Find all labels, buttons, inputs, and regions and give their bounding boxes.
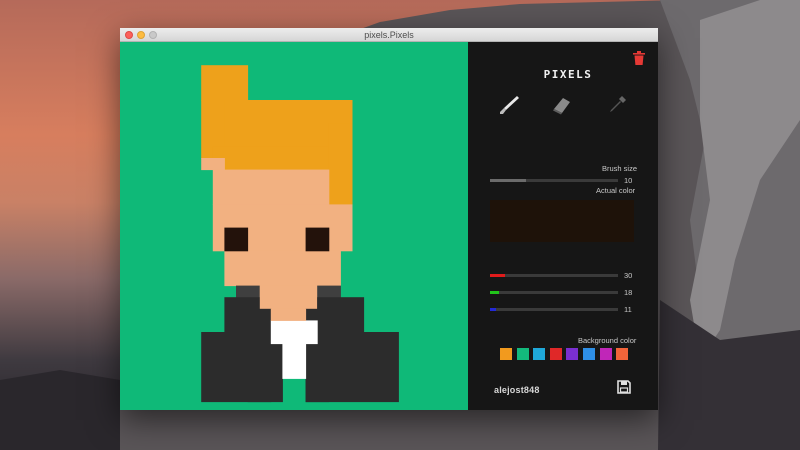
actual-color-preview [490,200,634,242]
pixel-art-avatar [201,65,399,403]
red-slider-fill [490,274,505,277]
tool-panel: PIXELS Brush size 10 Actual color 30 18 … [468,42,658,410]
app-logo-text: PIXELS [544,68,593,80]
background-swatch[interactable] [616,348,629,360]
eraser-icon[interactable] [550,94,572,116]
drawing-canvas[interactable] [120,42,468,410]
hair-pixel-block [328,123,353,205]
blue-slider-fill [490,308,496,311]
background-swatch[interactable] [516,348,529,360]
red-value: 30 [624,271,633,280]
background-swatch[interactable] [500,348,512,360]
eyes-pixel-block [305,227,330,252]
app-window: pixels.Pixels PIXELS Brush size 10 Actua… [120,28,658,410]
blue-value: 11 [624,305,632,314]
skin-pixel-block [270,308,307,321]
app-logo: PIXELS [544,68,593,80]
save-icon[interactable] [617,380,631,394]
blue-slider[interactable] [490,308,618,311]
shirt-pixel-block [282,343,307,379]
skin-pixel-block [212,169,330,205]
brush-size-label: Brush size [602,164,638,173]
jacket-pixel-block [247,308,272,403]
shirt-pixel-block [270,320,318,345]
brush-size-fill [490,179,526,182]
green-value: 18 [624,288,633,297]
background-swatch[interactable] [566,348,579,360]
hair-pixel-block [212,146,330,171]
eyedropper-icon[interactable] [606,94,628,116]
trash-icon[interactable] [633,51,645,65]
red-slider[interactable] [490,274,618,277]
title-bar[interactable]: pixels.Pixels [120,28,658,42]
green-slider[interactable] [490,291,618,294]
actual-color-label: Actual color [596,186,636,195]
background-swatch[interactable] [583,348,595,360]
username: alejost848 [494,385,540,395]
brush-icon[interactable] [498,94,520,116]
brush-size-value: 10 [624,176,633,185]
background-swatch[interactable] [549,348,562,360]
skin-pixel-block [224,250,341,287]
green-slider-fill [490,291,499,294]
window-title: pixels.Pixels [364,30,414,40]
background-color-label: Background color [578,336,637,345]
brush-size-slider[interactable] [490,179,618,182]
background-swatch[interactable] [599,348,612,360]
eyes-pixel-block [224,227,249,252]
skin-pixel-block [201,158,225,171]
background-swatch[interactable] [533,348,546,360]
hair-pixel-block [201,65,249,101]
